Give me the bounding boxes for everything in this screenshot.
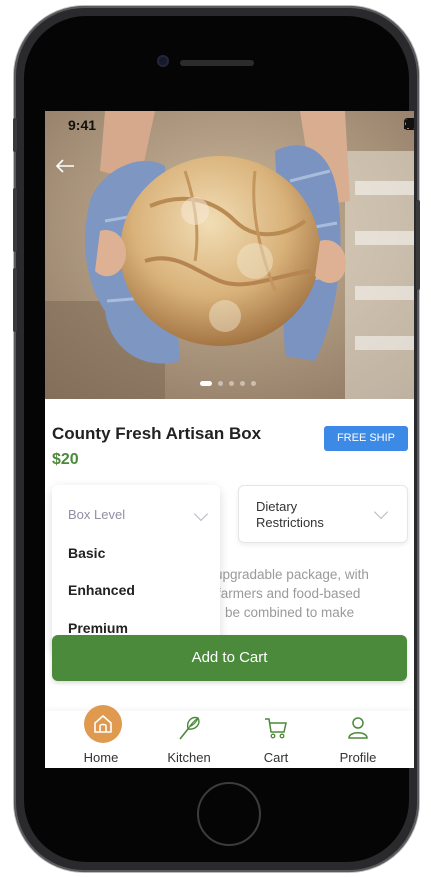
box-level-option-enhanced[interactable]: Enhanced [68,582,135,598]
carousel-dot[interactable] [240,381,245,386]
status-time: 9:41 [68,117,97,133]
status-bar: 9:41 [45,111,414,141]
carousel-dot-active[interactable] [200,381,212,386]
description-line: be combined to make [225,605,355,620]
silent-switch [13,118,17,152]
free-ship-badge: FREE SHIP [324,426,408,451]
tab-label-kitchen: Kitchen [167,750,211,765]
carousel-dot[interactable] [251,381,256,386]
box-level-label[interactable]: Box Level [68,507,125,522]
front-camera [157,55,169,67]
volume-down-button [13,268,17,332]
chevron-down-icon[interactable] [193,506,209,522]
product-price: $20 [52,451,79,468]
tab-label-profile: Profile [339,750,377,765]
tab-cart[interactable]: Cart [241,711,311,768]
tab-label-cart: Cart [263,750,289,765]
bread-photo [45,111,414,399]
box-level-option-premium[interactable]: Premium [68,620,128,636]
profile-icon [348,717,368,739]
cart-icon [265,718,287,739]
chevron-down-icon [373,504,389,520]
add-to-cart-button[interactable]: Add to Cart [52,635,407,681]
tab-label-home: Home [83,750,119,765]
volume-up-button [13,188,17,252]
dietary-restrictions-select[interactable]: Dietary Restrictions [238,485,408,543]
description-line: upgradable package, with [215,567,369,582]
carousel-dot[interactable] [218,381,223,386]
carousel-indicator[interactable] [200,381,256,386]
home-tab-active-circle[interactable] [84,705,122,743]
whisk-icon [179,716,200,740]
description-line: farmers and food-based [217,586,361,601]
product-hero-image[interactable]: 9:41 [45,111,414,399]
power-button [416,200,420,290]
back-arrow-icon[interactable] [55,159,79,183]
box-level-option-basic[interactable]: Basic [68,545,105,561]
app-screen: 9:41 County Fresh Artisan Box $20 FREE S… [45,111,414,768]
dietary-label-line1: Dietary [256,499,298,514]
earpiece-speaker [180,60,254,66]
tab-profile[interactable]: Profile [323,711,393,768]
box-level-dropdown[interactable]: Box Level Basic Enhanced Premium [52,485,220,651]
carousel-dot[interactable] [229,381,234,386]
hardware-home-button[interactable] [197,782,261,846]
dietary-label-line2: Restrictions [256,515,324,530]
battery-icon [404,118,414,130]
home-icon[interactable] [84,705,122,743]
product-title: County Fresh Artisan Box [52,424,262,443]
tab-kitchen[interactable]: Kitchen [154,711,224,768]
